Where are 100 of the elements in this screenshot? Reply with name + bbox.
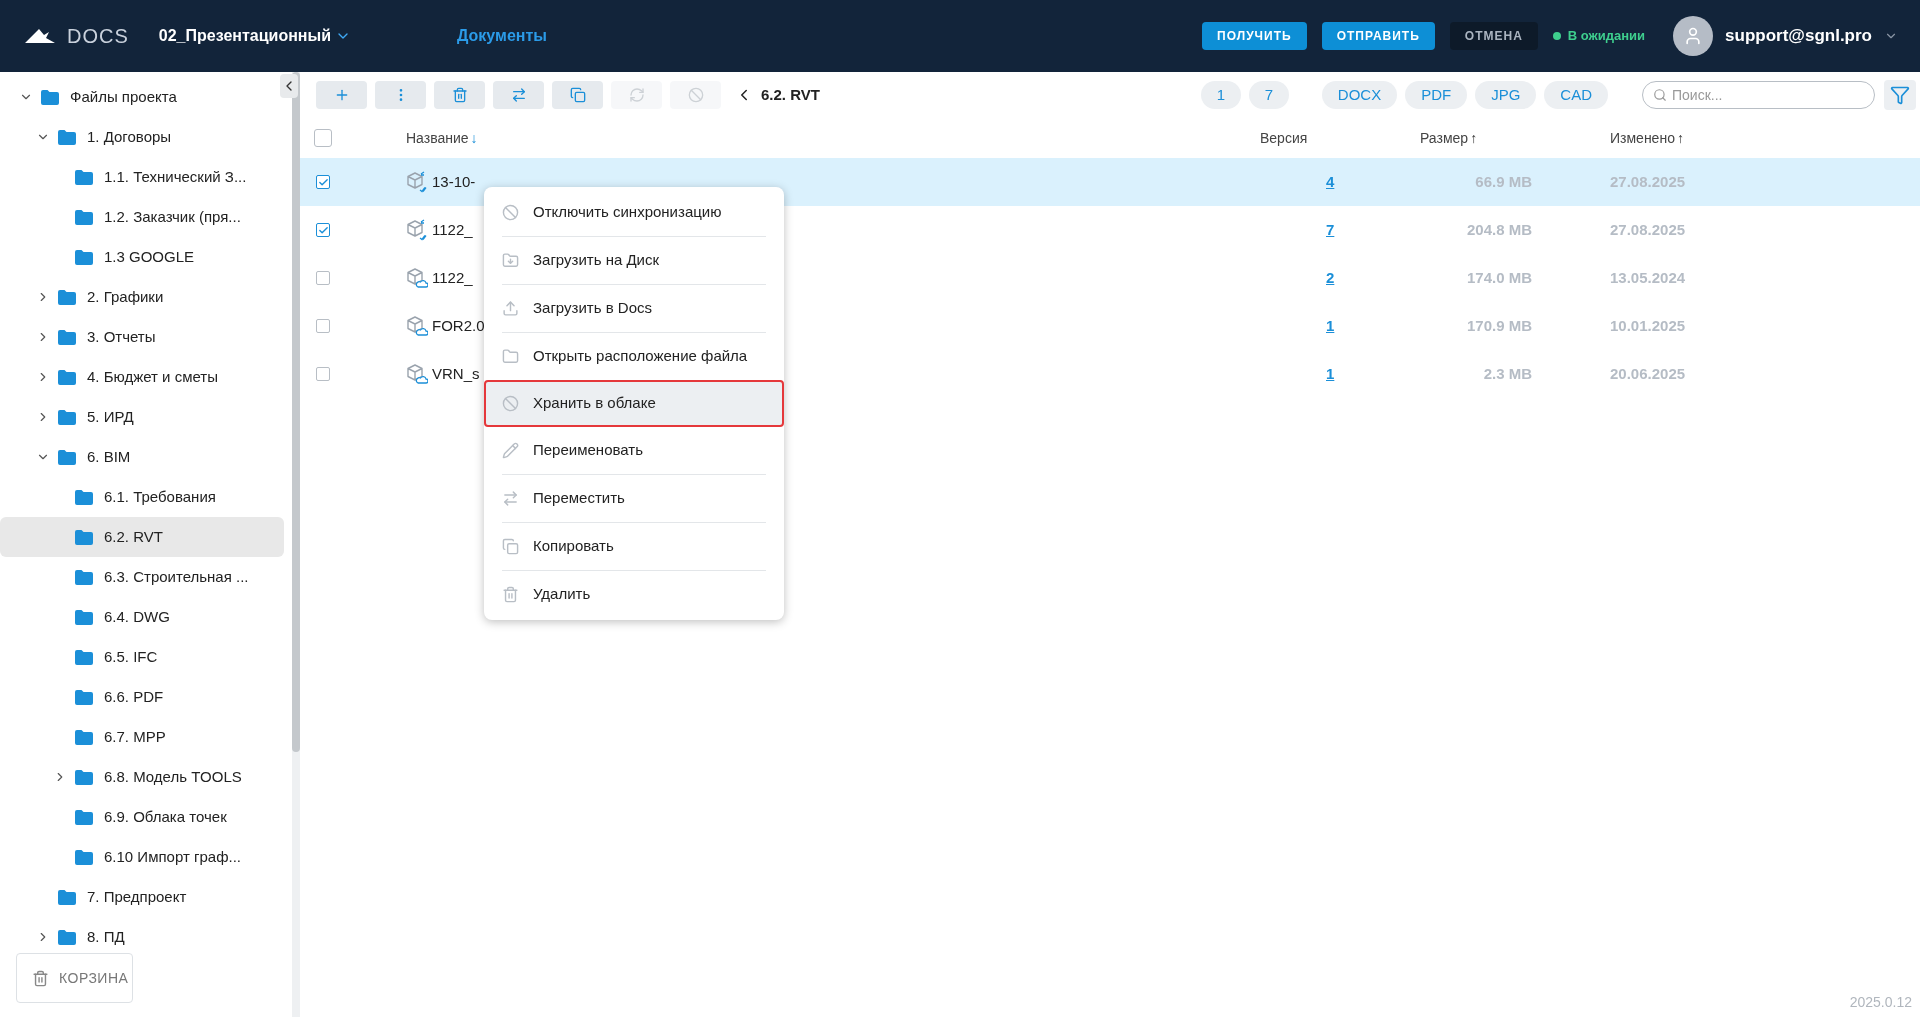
menu-item[interactable]: Переименовать (484, 427, 784, 474)
modified-date: 20.06.2025 (1610, 364, 1686, 382)
header-button[interactable]: ОТМЕНА (1449, 22, 1538, 50)
search-field[interactable]: Поиск... (1642, 81, 1875, 109)
tree-item[interactable]: 2. Графики (0, 277, 284, 317)
column-header[interactable]: Размер (1420, 127, 1469, 149)
menu-item[interactable]: Загрузить в Docs (484, 285, 784, 332)
row-checkbox[interactable] (316, 223, 330, 237)
version-link[interactable]: 2 (1326, 268, 1335, 286)
header-button[interactable]: ОТПРАВИТЬ (1321, 22, 1435, 50)
column-header[interactable]: Изменено (1610, 127, 1675, 149)
selected-row[interactable]: 13-10- 4 66.9 MB 27.08.2025 (300, 158, 1920, 206)
tree-item[interactable]: 6.2. RVT (0, 517, 284, 557)
select-all-checkbox[interactable] (314, 129, 332, 147)
menu-item[interactable]: Хранить в облаке (484, 380, 784, 427)
folder-name: 6.5. IFC (104, 646, 158, 667)
tree-item[interactable]: 4. Бюджет и сметы (0, 357, 284, 397)
file-size: 204.8 MB (1466, 220, 1532, 238)
modified-date: 27.08.2025 (1610, 220, 1686, 238)
menu-item[interactable]: Копировать (484, 523, 784, 570)
version-link[interactable]: 1 (1326, 316, 1335, 334)
sort-arrow[interactable]: ↓ (470, 127, 478, 149)
tree-item[interactable]: 1.3 GOOGLE (0, 237, 284, 277)
avatar[interactable] (1673, 16, 1714, 56)
tree-item[interactable]: 6.3. Строительная ... (0, 557, 284, 597)
trash-button[interactable]: КОРЗИНА (16, 953, 133, 1003)
folder-icon (75, 609, 93, 625)
logo-text[interactable]: DOCS (67, 21, 129, 51)
documents-link[interactable]: Документы (457, 24, 547, 48)
trash-button[interactable] (434, 81, 485, 109)
file-name[interactable]: 1122_ (432, 218, 473, 242)
tree-item[interactable]: 5. ИРД (0, 397, 284, 437)
tree-item[interactable]: 6.10 Импорт граф... (0, 837, 284, 877)
breadcrumb: 6.2. RVT (761, 84, 820, 105)
menu-item[interactable]: Открыть расположение файла (484, 333, 784, 380)
tree-item[interactable]: 7. Предпроект (0, 877, 284, 917)
copy-icon (502, 538, 519, 555)
folder-icon (58, 289, 76, 305)
row-checkbox[interactable] (316, 175, 330, 189)
search-icon[interactable] (1653, 88, 1667, 102)
user-email[interactable]: support@sgnl.pro (1725, 23, 1872, 49)
trash-icon[interactable] (451, 87, 468, 103)
check-icon (317, 224, 329, 236)
block-icon (502, 395, 519, 412)
tree-item[interactable]: 3. Отчеты (0, 317, 284, 357)
file-size: 170.9 MB (1466, 316, 1532, 334)
tree-item[interactable]: Файлы проекта (0, 77, 284, 117)
folder-icon (58, 329, 76, 345)
version-link[interactable]: 7 (1326, 220, 1335, 238)
file-size: 66.9 MB (1475, 172, 1532, 190)
tree-item[interactable]: 6.5. IFC (0, 637, 284, 677)
arrows-button[interactable] (493, 81, 544, 109)
sort-arrow[interactable]: ↑ (1676, 127, 1684, 149)
tree-item[interactable]: 1. Договоры (0, 117, 284, 157)
copy-icon[interactable] (569, 87, 586, 103)
file-name[interactable]: FOR2.0 (432, 314, 485, 338)
row-checkbox[interactable] (316, 319, 330, 333)
pencil-icon (502, 442, 519, 459)
filter-icon[interactable] (1890, 85, 1910, 105)
column-header[interactable]: Версия (1260, 127, 1308, 149)
row-checkbox[interactable] (316, 367, 330, 381)
tree-item[interactable]: 6.1. Требования (0, 477, 284, 517)
sort-arrow[interactable]: ↑ (1470, 127, 1478, 149)
cube-cloud-icon (406, 315, 428, 337)
row-checkbox[interactable] (316, 271, 330, 285)
folder-icon (75, 809, 93, 825)
filter-button[interactable] (1884, 80, 1916, 110)
plus-button[interactable] (316, 81, 367, 109)
tree-item[interactable]: 1.1. Технический З... (0, 157, 284, 197)
file-name[interactable]: VRN_s (432, 362, 480, 386)
header-button[interactable]: ПОЛУЧИТЬ (1202, 22, 1307, 50)
cube-sync-icon (406, 171, 428, 193)
version-link[interactable]: 1 (1326, 364, 1335, 382)
column-header[interactable]: Название (406, 127, 469, 149)
menu-item[interactable]: Переместить (484, 475, 784, 522)
tree-item[interactable]: 1.2. Заказчик (пря... (0, 197, 284, 237)
menu-item[interactable]: Загрузить на Диск (484, 237, 784, 284)
tree-item[interactable]: 6. BIM (0, 437, 284, 477)
tree-item[interactable]: 6.9. Облака точек (0, 797, 284, 837)
app-version: 2025.0.12 (1849, 993, 1912, 1012)
project-selector[interactable]: 02_Презентационный (158, 24, 351, 48)
trash-icon[interactable] (32, 969, 49, 987)
copy-button[interactable] (552, 81, 603, 109)
tree-item[interactable]: 6.8. Модель TOOLS (0, 757, 284, 797)
tree-item[interactable]: 6.6. PDF (0, 677, 284, 717)
tree-item[interactable]: 6.4. DWG (0, 597, 284, 637)
folder-icon (75, 649, 93, 665)
file-name[interactable]: 13-10- (432, 170, 476, 194)
check-icon (317, 176, 329, 188)
arrows-icon[interactable] (510, 87, 527, 103)
logo-icon[interactable] (25, 27, 55, 45)
file-name[interactable]: 1122_ (432, 266, 473, 290)
folder-name: 1.3 GOOGLE (104, 246, 195, 267)
scrollbar[interactable] (292, 72, 300, 1017)
folder-name: 7. Предпроект (87, 886, 187, 907)
modified-date: 10.01.2025 (1610, 316, 1686, 334)
tree-item[interactable]: 6.7. MPP (0, 717, 284, 757)
folder-name: 8. ПД (87, 926, 125, 947)
menu-item[interactable]: Удалить (484, 571, 784, 618)
folder-icon (58, 129, 76, 145)
